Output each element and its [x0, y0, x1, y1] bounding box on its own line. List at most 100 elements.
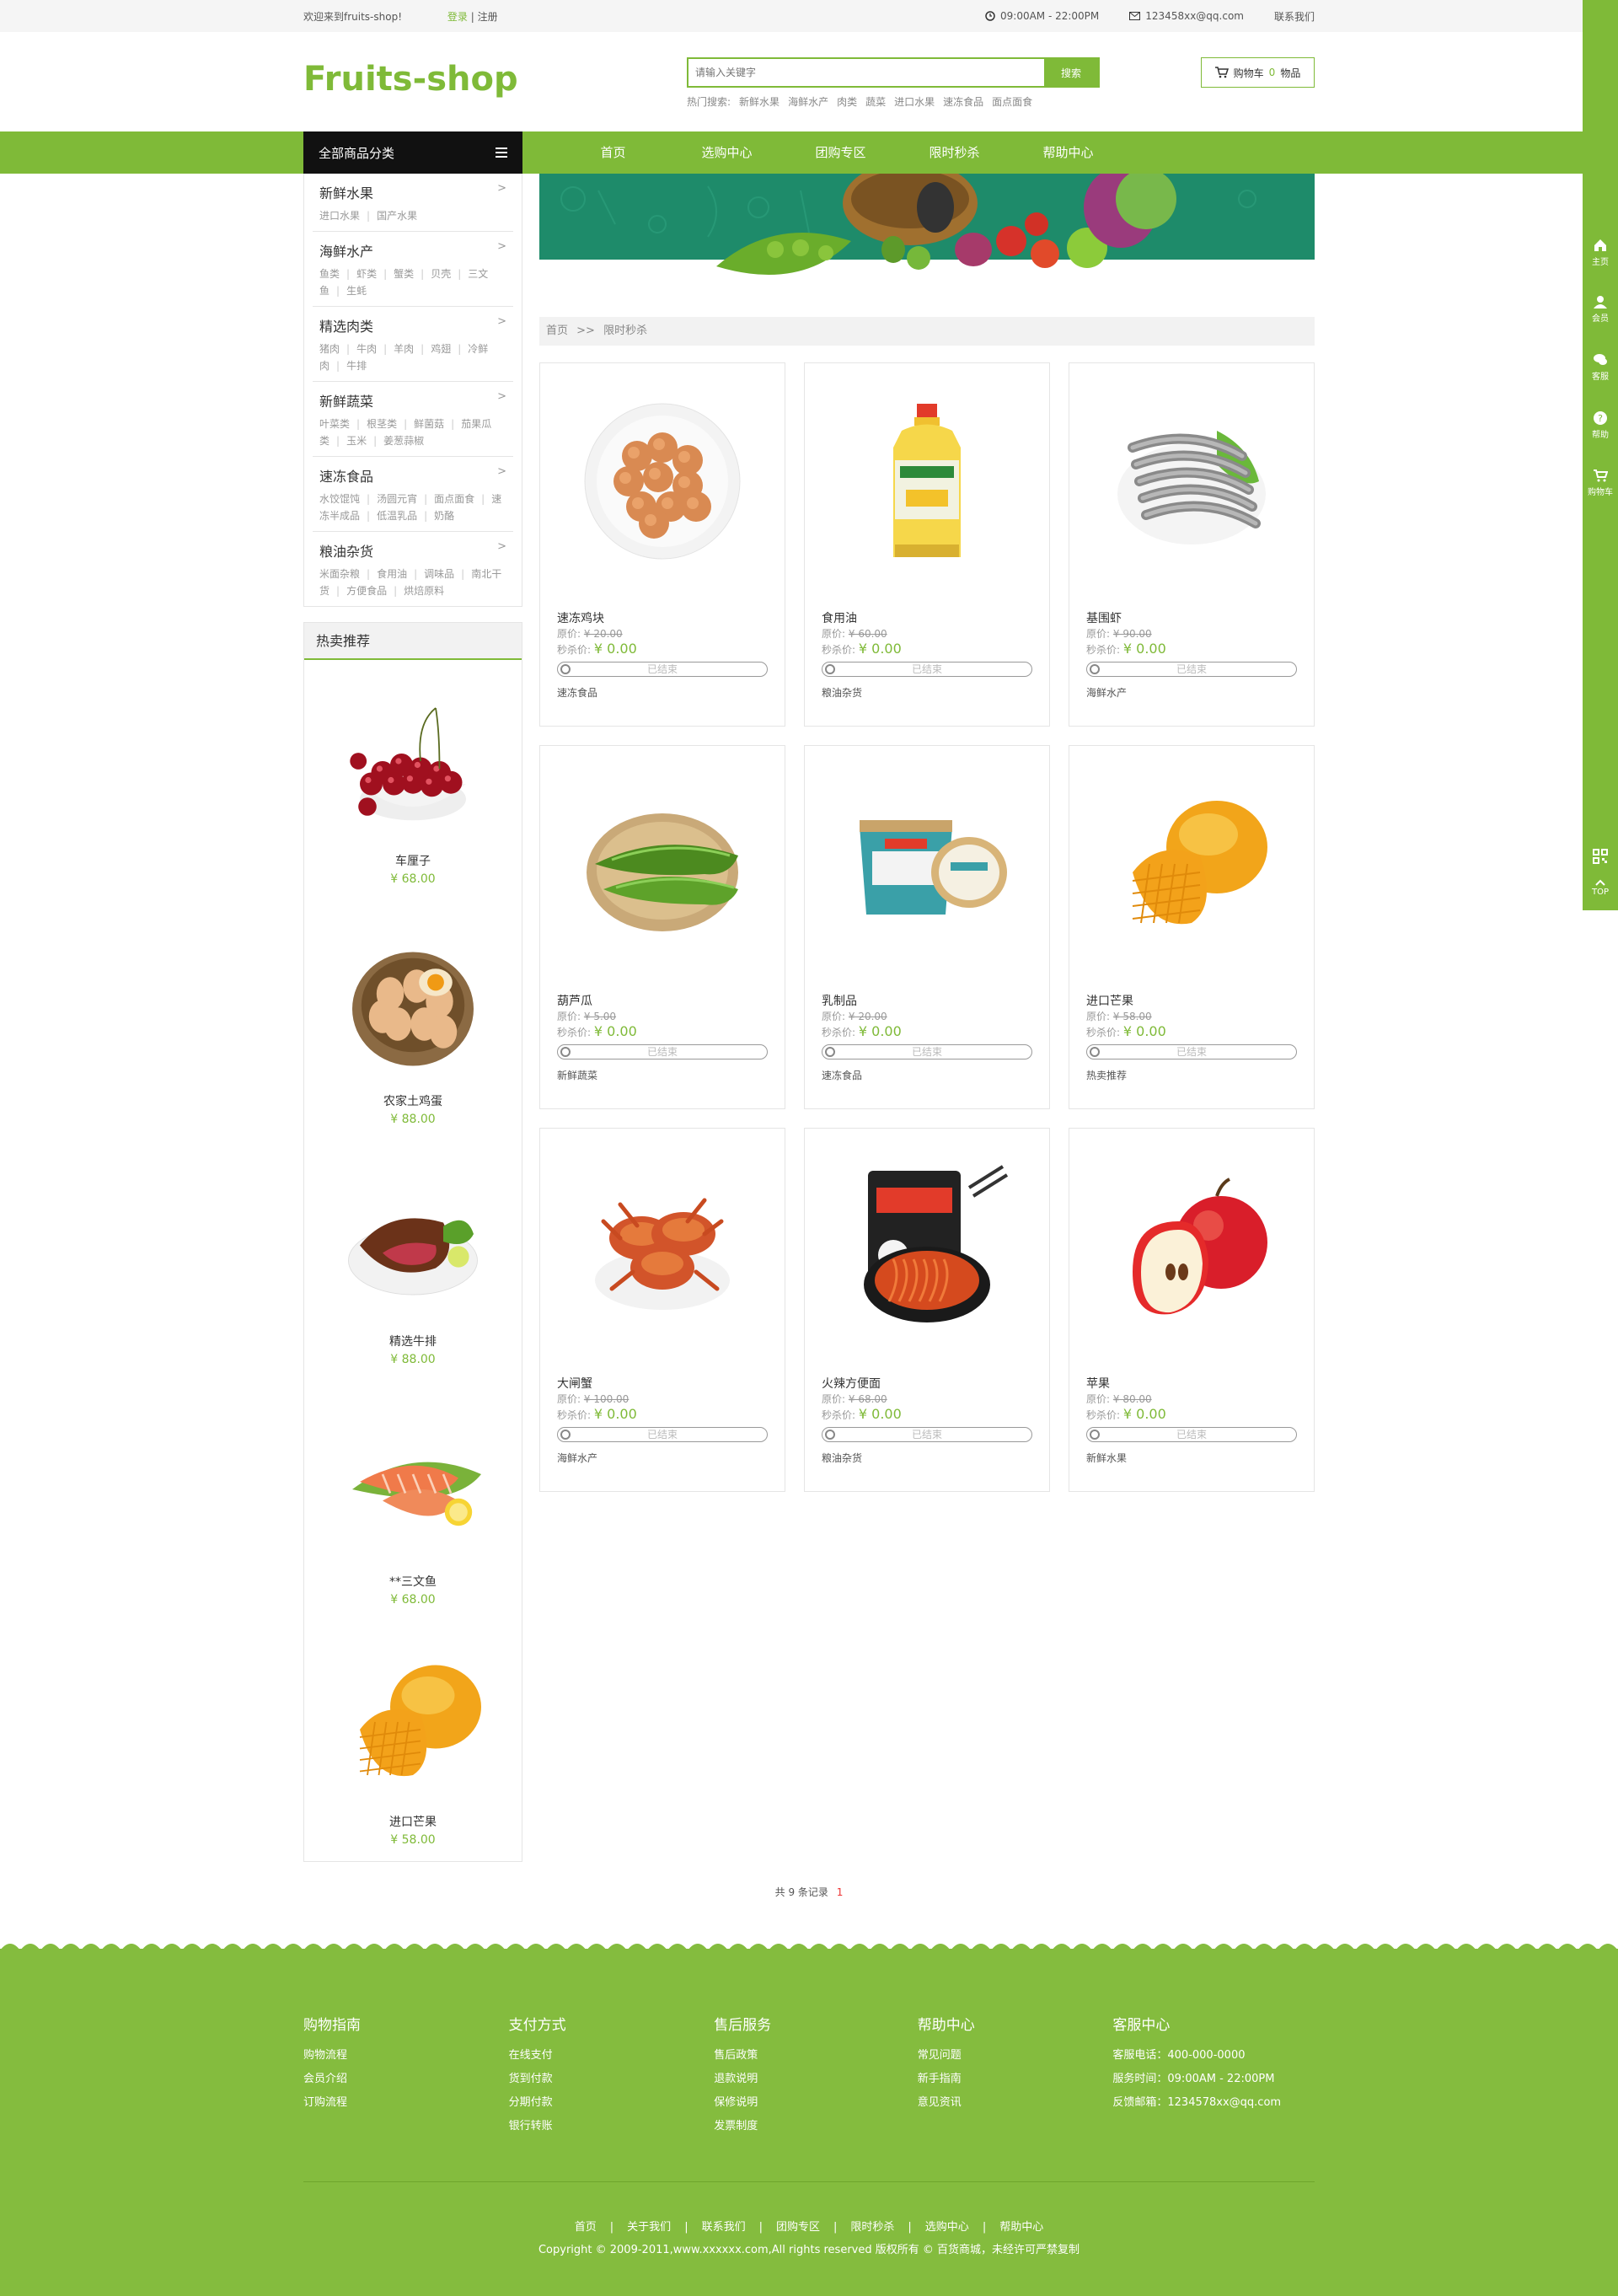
- product-name[interactable]: 大闸蟹: [557, 1375, 768, 1392]
- hot-term[interactable]: 海鲜水产: [788, 94, 828, 109]
- product-card[interactable]: 火辣方便面 原价: ¥ 68.00 秒杀价: ¥ 0.00 已结束 粮油杂货: [804, 1128, 1050, 1492]
- footer-link[interactable]: 分期付款: [509, 2091, 715, 2115]
- subcategory-link[interactable]: 牛排: [346, 360, 367, 372]
- category-item[interactable]: 海鲜水产 > 鱼类 | 虾类 | 蟹类 | 贝壳 | 三文鱼 | 生蚝: [313, 232, 513, 307]
- contact-link[interactable]: 联系我们: [1274, 9, 1315, 24]
- product-category-tag[interactable]: 粮油杂货: [822, 1451, 1032, 1465]
- product-category-tag[interactable]: 海鲜水产: [557, 1451, 768, 1465]
- footer-bottom-link[interactable]: 帮助中心: [999, 2221, 1043, 2234]
- search-input[interactable]: [688, 59, 1044, 86]
- cherry-image[interactable]: [337, 685, 489, 837]
- hot-item-name[interactable]: 进口芒果: [304, 1813, 522, 1830]
- category-title[interactable]: 粮油杂货: [319, 540, 373, 561]
- nav-group-buy[interactable]: 团购专区: [784, 131, 897, 174]
- subcategory-link[interactable]: 姜葱蒜椒: [383, 435, 424, 447]
- product-category-tag[interactable]: 速冻食品: [822, 1068, 1032, 1082]
- pager-current[interactable]: 1: [837, 1886, 844, 1898]
- rightbar-item[interactable]: 主页: [1583, 238, 1618, 267]
- subcategory-link[interactable]: 蟹类: [394, 268, 414, 280]
- subcategory-link[interactable]: 生蚝: [346, 285, 367, 297]
- nav-shopping-center[interactable]: 选购中心: [670, 131, 784, 174]
- product-category-tag[interactable]: 海鲜水产: [1086, 685, 1297, 700]
- crab-image[interactable]: [578, 1162, 747, 1331]
- footer-link[interactable]: 保修说明: [714, 2091, 918, 2115]
- subcategory-link[interactable]: 米面杂粮: [319, 568, 360, 580]
- category-item[interactable]: 新鲜蔬菜 > 叶菜类 | 根茎类 | 鲜菌菇 | 茄果瓜类 | 玉米 | 姜葱蒜椒: [313, 382, 513, 457]
- category-title[interactable]: 速冻食品: [319, 465, 373, 485]
- hot-term[interactable]: 进口水果: [894, 94, 935, 109]
- subcategory-link[interactable]: 猪肉: [319, 343, 340, 355]
- egg-image[interactable]: [337, 925, 489, 1077]
- hot-term[interactable]: 肉类: [837, 94, 857, 109]
- hot-item-name[interactable]: 车厘子: [304, 852, 522, 869]
- subcategory-link[interactable]: 方便食品: [346, 585, 387, 597]
- hot-recommend-item[interactable]: **三文鱼 ¥ 68.00: [304, 1381, 522, 1621]
- product-category-tag[interactable]: 新鲜蔬菜: [557, 1068, 768, 1082]
- product-card[interactable]: 葫芦瓜 原价: ¥ 5.00 秒杀价: ¥ 0.00 已结束 新鲜蔬菜: [539, 745, 785, 1109]
- product-name[interactable]: 葫芦瓜: [557, 992, 768, 1009]
- footer-link[interactable]: 货到付款: [509, 2068, 715, 2091]
- subcategory-link[interactable]: 羊肉: [394, 343, 414, 355]
- apple-image[interactable]: [1107, 1162, 1276, 1331]
- hot-item-name[interactable]: **三文鱼: [304, 1573, 522, 1590]
- product-category-tag[interactable]: 速冻食品: [557, 685, 768, 700]
- product-category-tag[interactable]: 新鲜水果: [1086, 1451, 1297, 1465]
- footer-bottom-link[interactable]: 关于我们: [627, 2221, 671, 2234]
- subcategory-link[interactable]: 水饺馄饨: [319, 493, 360, 505]
- register-link[interactable]: 注册: [478, 11, 498, 23]
- rightbar-item[interactable]: ? 帮助: [1583, 410, 1618, 440]
- footer-link[interactable]: 意见资讯: [918, 2091, 1113, 2115]
- hot-recommend-item[interactable]: 车厘子 ¥ 68.00: [304, 660, 522, 900]
- salmon-image[interactable]: [337, 1406, 489, 1558]
- product-name[interactable]: 基围虾: [1086, 609, 1297, 626]
- mango-image[interactable]: [1107, 780, 1276, 948]
- product-card[interactable]: 食用油 原价: ¥ 60.00 秒杀价: ¥ 0.00 已结束 粮油杂货: [804, 362, 1050, 727]
- subcategory-link[interactable]: 牛肉: [356, 343, 377, 355]
- nav-flash-sale[interactable]: 限时秒杀: [897, 131, 1011, 174]
- product-card[interactable]: 进口芒果 原价: ¥ 58.00 秒杀价: ¥ 0.00 已结束 热卖推荐: [1069, 745, 1315, 1109]
- rightbar-item[interactable]: 购物车: [1583, 468, 1618, 497]
- subcategory-link[interactable]: 虾类: [356, 268, 377, 280]
- cart-button[interactable]: 购物车 0 物品: [1201, 57, 1315, 88]
- back-to-top-button[interactable]: TOP: [1583, 879, 1618, 897]
- steak-image[interactable]: [337, 1166, 489, 1317]
- mango-image[interactable]: [337, 1646, 489, 1798]
- product-name[interactable]: 速冻鸡块: [557, 609, 768, 626]
- subcategory-link[interactable]: 叶菜类: [319, 418, 350, 430]
- product-card[interactable]: 大闸蟹 原价: ¥ 100.00 秒杀价: ¥ 0.00 已结束 海鲜水产: [539, 1128, 785, 1492]
- cooking-oil-image[interactable]: [843, 397, 1011, 566]
- subcategory-link[interactable]: 进口水果: [319, 210, 360, 222]
- subcategory-link[interactable]: 低温乳品: [377, 510, 417, 522]
- footer-bottom-link[interactable]: 团购专区: [776, 2221, 820, 2234]
- chicken-nuggets-image[interactable]: [578, 397, 747, 566]
- category-item[interactable]: 精选肉类 > 猪肉 | 牛肉 | 羊肉 | 鸡翅 | 冷鲜肉 | 牛排: [313, 307, 513, 382]
- product-name[interactable]: 进口芒果: [1086, 992, 1297, 1009]
- hot-recommend-item[interactable]: 农家土鸡蛋 ¥ 88.00: [304, 900, 522, 1140]
- category-item[interactable]: 速冻食品 > 水饺馄饨 | 汤圆元宵 | 面点面食 | 速冻半成品 | 低温乳品 | 奶酪: [313, 457, 513, 532]
- subcategory-link[interactable]: 根茎类: [367, 418, 397, 430]
- breadcrumb-home[interactable]: 首页: [546, 325, 568, 337]
- hot-item-name[interactable]: 精选牛排: [304, 1333, 522, 1349]
- category-title[interactable]: 海鲜水产: [319, 240, 373, 260]
- hot-term[interactable]: 新鲜水果: [739, 94, 780, 109]
- footer-link[interactable]: 购物流程: [303, 2044, 509, 2068]
- hot-term[interactable]: 蔬菜: [865, 94, 886, 109]
- footer-link[interactable]: 退款说明: [714, 2068, 918, 2091]
- nav-help[interactable]: 帮助中心: [1011, 131, 1125, 174]
- footer-link[interactable]: 常见问题: [918, 2044, 1113, 2068]
- subcategory-link[interactable]: 食用油: [377, 568, 407, 580]
- subcategory-link[interactable]: 鱼类: [319, 268, 340, 280]
- hot-term[interactable]: 面点面食: [992, 94, 1032, 109]
- search-button[interactable]: 搜索: [1044, 59, 1098, 86]
- product-name[interactable]: 火辣方便面: [822, 1375, 1032, 1392]
- footer-link[interactable]: 在线支付: [509, 2044, 715, 2068]
- footer-bottom-link[interactable]: 首页: [575, 2221, 597, 2234]
- all-categories-button[interactable]: 全部商品分类: [303, 131, 522, 174]
- category-item[interactable]: 新鲜水果 > 进口水果 | 国产水果: [313, 174, 513, 232]
- rightbar-item[interactable]: 客服: [1583, 352, 1618, 382]
- product-card[interactable]: 苹果 原价: ¥ 80.00 秒杀价: ¥ 0.00 已结束 新鲜水果: [1069, 1128, 1315, 1492]
- subcategory-link[interactable]: 国产水果: [377, 210, 417, 222]
- yogurt-image[interactable]: [843, 780, 1011, 948]
- subcategory-link[interactable]: 面点面食: [434, 493, 474, 505]
- subcategory-link[interactable]: 鲜菌菇: [414, 418, 444, 430]
